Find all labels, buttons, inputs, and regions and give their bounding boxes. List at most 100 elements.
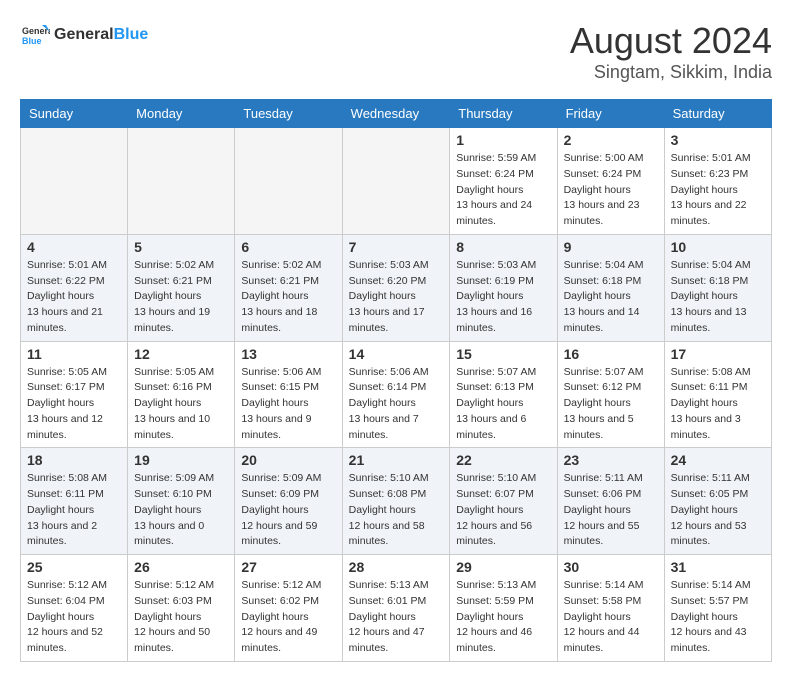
day-info: Sunrise: 5:04 AMSunset: 6:18 PMDaylight … bbox=[564, 258, 658, 337]
day-info: Sunrise: 5:09 AMSunset: 6:10 PMDaylight … bbox=[134, 471, 228, 550]
calendar-header-row: SundayMondayTuesdayWednesdayThursdayFrid… bbox=[21, 100, 772, 128]
day-number: 18 bbox=[27, 452, 121, 468]
calendar-cell bbox=[128, 128, 235, 235]
day-info: Sunrise: 5:14 AMSunset: 5:58 PMDaylight … bbox=[564, 578, 658, 657]
day-number: 28 bbox=[349, 559, 444, 575]
day-number: 23 bbox=[564, 452, 658, 468]
day-info: Sunrise: 5:06 AMSunset: 6:15 PMDaylight … bbox=[241, 365, 335, 444]
day-info: Sunrise: 5:00 AMSunset: 6:24 PMDaylight … bbox=[564, 151, 658, 230]
day-number: 15 bbox=[456, 346, 550, 362]
logo: General Blue GeneralBlue bbox=[20, 20, 148, 50]
day-number: 30 bbox=[564, 559, 658, 575]
logo-general: GeneralBlue bbox=[54, 26, 148, 44]
day-info: Sunrise: 5:01 AMSunset: 6:23 PMDaylight … bbox=[671, 151, 765, 230]
day-info: Sunrise: 5:02 AMSunset: 6:21 PMDaylight … bbox=[134, 258, 228, 337]
calendar-cell: 7Sunrise: 5:03 AMSunset: 6:20 PMDaylight… bbox=[342, 234, 450, 341]
day-number: 5 bbox=[134, 239, 228, 255]
calendar-cell: 17Sunrise: 5:08 AMSunset: 6:11 PMDayligh… bbox=[664, 341, 771, 448]
day-info: Sunrise: 5:13 AMSunset: 6:01 PMDaylight … bbox=[349, 578, 444, 657]
day-number: 11 bbox=[27, 346, 121, 362]
calendar-title-block: August 2024 Singtam, Sikkim, India bbox=[570, 20, 772, 83]
calendar-cell: 10 Sunrise: 5:04 AMSunset: 6:18 PMDayligh… bbox=[664, 234, 771, 341]
calendar-week-row: 1Sunrise: 5:59 AMSunset: 6:24 PMDaylight… bbox=[21, 128, 772, 235]
calendar-cell: 11 Sunrise: 5:05 AMSunset: 6:17 PMDayligh… bbox=[21, 341, 128, 448]
calendar-cell: 1Sunrise: 5:59 AMSunset: 6:24 PMDaylight… bbox=[450, 128, 557, 235]
day-info: Sunrise: 5:05 AMSunset: 6:17 PMDaylight … bbox=[27, 365, 121, 444]
calendar-cell: 12 Sunrise: 5:05 AMSunset: 6:16 PMDayligh… bbox=[128, 341, 235, 448]
day-number: 13 bbox=[241, 346, 335, 362]
calendar-cell: 31 Sunrise: 5:14 AMSunset: 5:57 PMDayligh… bbox=[664, 555, 771, 662]
calendar-cell: 25 Sunrise: 5:12 AMSunset: 6:04 PMDayligh… bbox=[21, 555, 128, 662]
calendar-cell: 23 Sunrise: 5:11 AMSunset: 6:06 PMDayligh… bbox=[557, 448, 664, 555]
day-number: 20 bbox=[241, 452, 335, 468]
day-info: Sunrise: 5:05 AMSunset: 6:16 PMDaylight … bbox=[134, 365, 228, 444]
day-info: Sunrise: 5:03 AMSunset: 6:19 PMDaylight … bbox=[456, 258, 550, 337]
day-info: Sunrise: 5:08 AMSunset: 6:11 PMDaylight … bbox=[27, 471, 121, 550]
day-info: Sunrise: 5:08 AMSunset: 6:11 PMDaylight … bbox=[671, 365, 765, 444]
day-number: 6 bbox=[241, 239, 335, 255]
calendar-cell: 22Sunrise: 5:10 AMSunset: 6:07 PMDayligh… bbox=[450, 448, 557, 555]
calendar-cell: 8 Sunrise: 5:03 AMSunset: 6:19 PMDaylight… bbox=[450, 234, 557, 341]
calendar-cell: 4Sunrise: 5:01 AMSunset: 6:22 PMDaylight… bbox=[21, 234, 128, 341]
calendar-cell: 29 Sunrise: 5:13 AMSunset: 5:59 PMDayligh… bbox=[450, 555, 557, 662]
calendar-week-row: 18 Sunrise: 5:08 AMSunset: 6:11 PMDayligh… bbox=[21, 448, 772, 555]
day-info: Sunrise: 5:13 AMSunset: 5:59 PMDaylight … bbox=[456, 578, 550, 657]
col-header-thursday: Thursday bbox=[450, 100, 557, 128]
calendar-cell: 13 Sunrise: 5:06 AMSunset: 6:15 PMDayligh… bbox=[235, 341, 342, 448]
day-number: 12 bbox=[134, 346, 228, 362]
day-info: Sunrise: 5:04 AMSunset: 6:18 PMDaylight … bbox=[671, 258, 765, 337]
calendar-cell: 2 Sunrise: 5:00 AMSunset: 6:24 PMDaylight… bbox=[557, 128, 664, 235]
col-header-wednesday: Wednesday bbox=[342, 100, 450, 128]
day-number: 29 bbox=[456, 559, 550, 575]
day-info: Sunrise: 5:14 AMSunset: 5:57 PMDaylight … bbox=[671, 578, 765, 657]
calendar-cell: 24 Sunrise: 5:11 AMSunset: 6:05 PMDayligh… bbox=[664, 448, 771, 555]
col-header-friday: Friday bbox=[557, 100, 664, 128]
day-number: 8 bbox=[456, 239, 550, 255]
day-info: Sunrise: 5:11 AMSunset: 6:05 PMDaylight … bbox=[671, 471, 765, 550]
logo-icon: General Blue bbox=[20, 20, 50, 50]
calendar-cell: 14Sunrise: 5:06 AMSunset: 6:14 PMDayligh… bbox=[342, 341, 450, 448]
day-number: 21 bbox=[349, 452, 444, 468]
day-info: Sunrise: 5:09 AMSunset: 6:09 PMDaylight … bbox=[241, 471, 335, 550]
day-number: 26 bbox=[134, 559, 228, 575]
day-number: 16 bbox=[564, 346, 658, 362]
svg-text:Blue: Blue bbox=[22, 36, 42, 46]
day-number: 24 bbox=[671, 452, 765, 468]
month-year-title: August 2024 bbox=[570, 20, 772, 62]
day-info: Sunrise: 5:11 AMSunset: 6:06 PMDaylight … bbox=[564, 471, 658, 550]
calendar-cell: 28 Sunrise: 5:13 AMSunset: 6:01 PMDayligh… bbox=[342, 555, 450, 662]
day-number: 25 bbox=[27, 559, 121, 575]
day-number: 27 bbox=[241, 559, 335, 575]
day-info: Sunrise: 5:12 AMSunset: 6:03 PMDaylight … bbox=[134, 578, 228, 657]
day-info: Sunrise: 5:03 AMSunset: 6:20 PMDaylight … bbox=[349, 258, 444, 337]
calendar-cell: 5 Sunrise: 5:02 AMSunset: 6:21 PMDaylight… bbox=[128, 234, 235, 341]
day-number: 9 bbox=[564, 239, 658, 255]
col-header-sunday: Sunday bbox=[21, 100, 128, 128]
day-number: 3 bbox=[671, 132, 765, 148]
day-number: 19 bbox=[134, 452, 228, 468]
day-number: 10 bbox=[671, 239, 765, 255]
day-number: 4 bbox=[27, 239, 121, 255]
calendar-cell: 20 Sunrise: 5:09 AMSunset: 6:09 PMDayligh… bbox=[235, 448, 342, 555]
calendar-cell bbox=[235, 128, 342, 235]
day-number: 2 bbox=[564, 132, 658, 148]
calendar-cell: 3 Sunrise: 5:01 AMSunset: 6:23 PMDaylight… bbox=[664, 128, 771, 235]
day-info: Sunrise: 5:02 AMSunset: 6:21 PMDaylight … bbox=[241, 258, 335, 337]
day-number: 31 bbox=[671, 559, 765, 575]
day-number: 22 bbox=[456, 452, 550, 468]
calendar-week-row: 4Sunrise: 5:01 AMSunset: 6:22 PMDaylight… bbox=[21, 234, 772, 341]
day-info: Sunrise: 5:06 AMSunset: 6:14 PMDaylight … bbox=[349, 365, 444, 444]
calendar-cell: 18 Sunrise: 5:08 AMSunset: 6:11 PMDayligh… bbox=[21, 448, 128, 555]
calendar-cell: 19 Sunrise: 5:09 AMSunset: 6:10 PMDayligh… bbox=[128, 448, 235, 555]
location-subtitle: Singtam, Sikkim, India bbox=[570, 62, 772, 83]
day-info: Sunrise: 5:07 AMSunset: 6:13 PMDaylight … bbox=[456, 365, 550, 444]
day-info: Sunrise: 5:12 AMSunset: 6:04 PMDaylight … bbox=[27, 578, 121, 657]
day-number: 1 bbox=[456, 132, 550, 148]
calendar-cell bbox=[342, 128, 450, 235]
calendar-cell: 6 Sunrise: 5:02 AMSunset: 6:21 PMDaylight… bbox=[235, 234, 342, 341]
calendar-cell: 15 Sunrise: 5:07 AMSunset: 6:13 PMDayligh… bbox=[450, 341, 557, 448]
day-info: Sunrise: 5:12 AMSunset: 6:02 PMDaylight … bbox=[241, 578, 335, 657]
calendar-week-row: 11 Sunrise: 5:05 AMSunset: 6:17 PMDayligh… bbox=[21, 341, 772, 448]
calendar-cell: 26 Sunrise: 5:12 AMSunset: 6:03 PMDayligh… bbox=[128, 555, 235, 662]
col-header-tuesday: Tuesday bbox=[235, 100, 342, 128]
